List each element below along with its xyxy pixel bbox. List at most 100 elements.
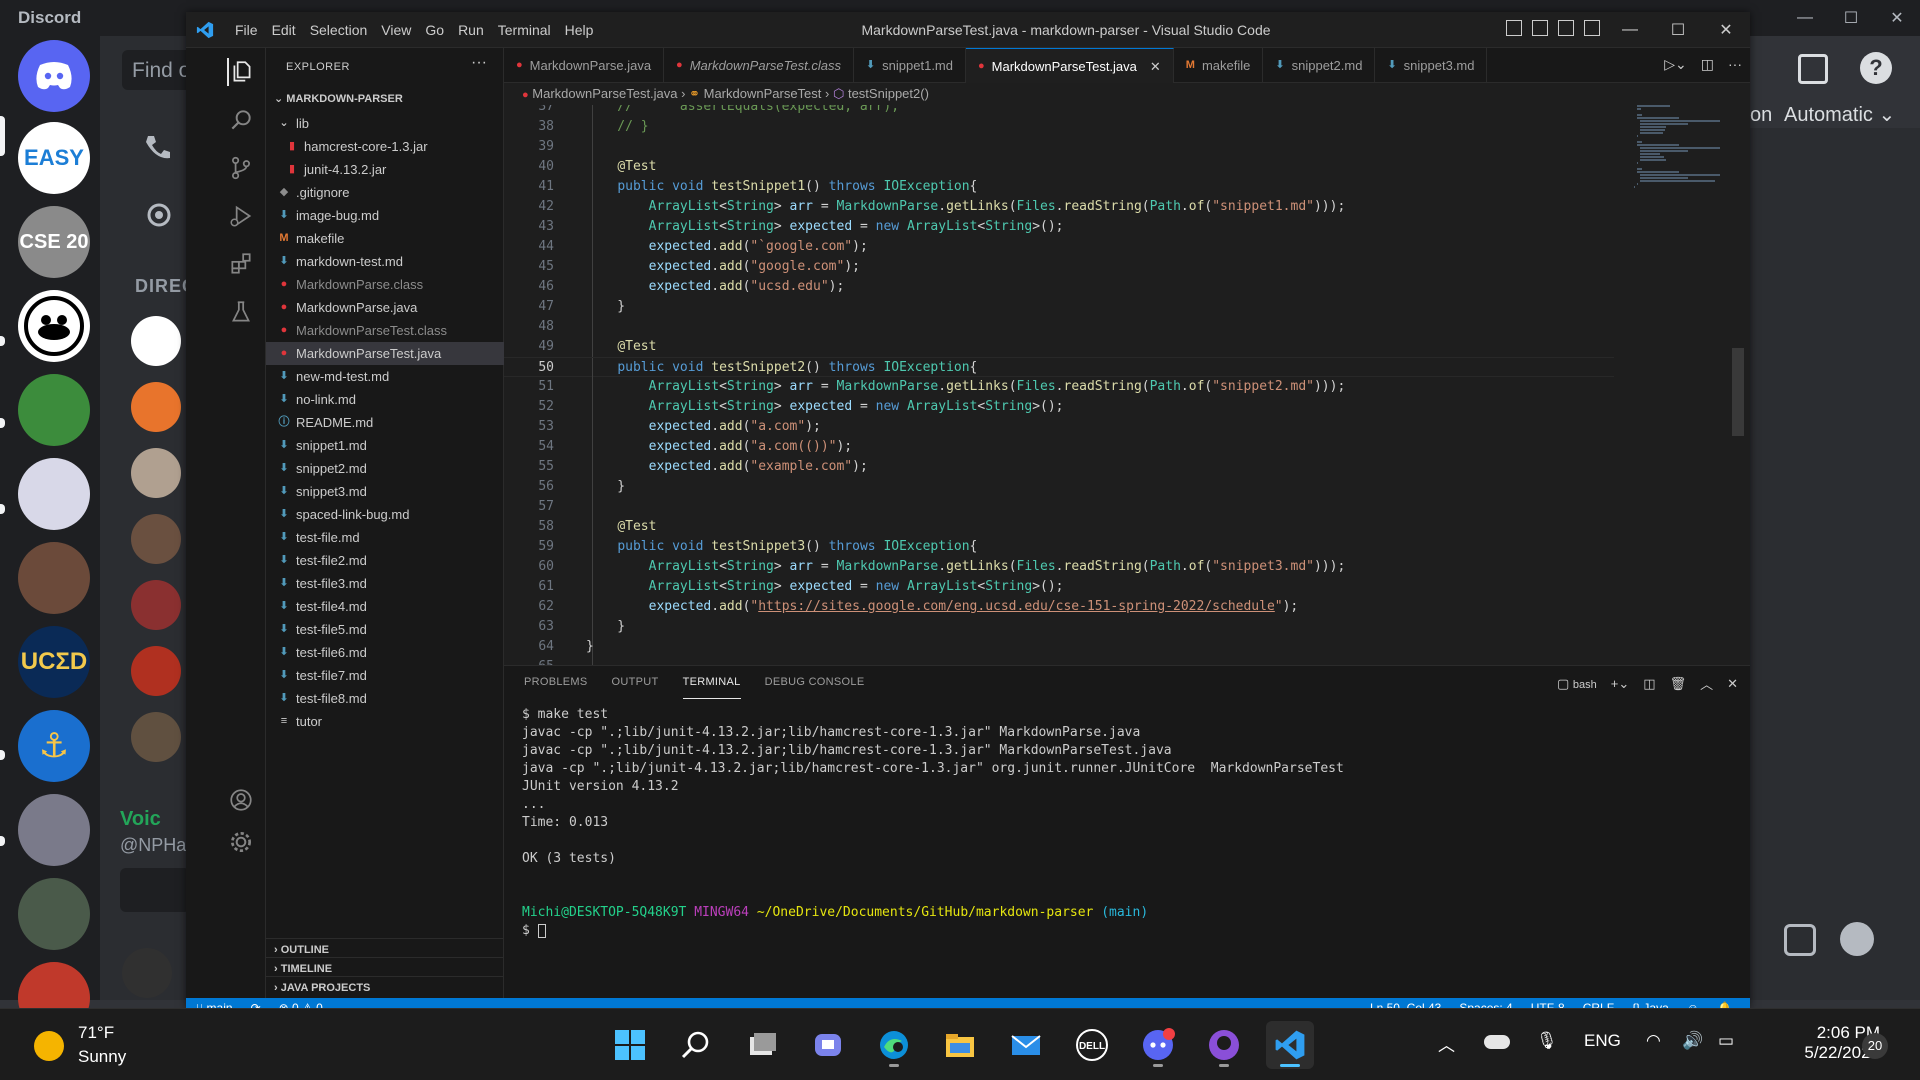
- explorer-icon[interactable]: [227, 58, 255, 86]
- onedrive-cloud-icon[interactable]: [1484, 1035, 1510, 1049]
- menu-terminal[interactable]: Terminal: [491, 12, 558, 48]
- terminal-input-line[interactable]: $: [522, 922, 1722, 940]
- discord-taskbar-icon[interactable]: [1134, 1021, 1182, 1069]
- teams-chat-icon[interactable]: [804, 1021, 852, 1069]
- editor-tab[interactable]: ● MarkdownParse.java: [504, 48, 665, 83]
- file-item[interactable]: ⬇ test-file2.md: [266, 549, 504, 572]
- account-icon[interactable]: [227, 786, 255, 814]
- guild-trident-icon[interactable]: ⚓: [18, 710, 90, 782]
- guild-easy-icon[interactable]: EASY: [18, 122, 90, 194]
- customize-layout-icon[interactable]: [1584, 20, 1600, 36]
- code-editor[interactable]: 37 // assertEquals(expected, arr); 38 // …: [504, 105, 1614, 665]
- file-item[interactable]: ⬇ test-file3.md: [266, 572, 504, 595]
- discord-minimize-button[interactable]: —: [1782, 0, 1828, 36]
- file-item[interactable]: ⬇ markdown-test.md: [266, 250, 504, 273]
- project-folder-header[interactable]: ⌄ MARKDOWN-PARSER: [274, 92, 403, 105]
- camera-button[interactable]: [120, 868, 190, 912]
- vscode-taskbar-icon[interactable]: [1266, 1021, 1314, 1069]
- search-icon[interactable]: [227, 106, 255, 134]
- panel-tab[interactable]: DEBUG CONSOLE: [765, 666, 865, 699]
- menu-file[interactable]: File: [228, 12, 265, 48]
- editor-scrollbar[interactable]: [1732, 348, 1744, 436]
- file-item[interactable]: ⬇ snippet3.md: [266, 480, 504, 503]
- help-icon[interactable]: ?: [1860, 52, 1892, 84]
- terminal-shell-selector[interactable]: ▢ bash: [1557, 676, 1597, 692]
- menu-view[interactable]: View: [374, 12, 418, 48]
- source-control-icon[interactable]: [227, 154, 255, 182]
- file-item[interactable]: ⬇ test-file4.md: [266, 595, 504, 618]
- guild-robot-icon[interactable]: [18, 794, 90, 866]
- guild-face-icon[interactable]: [18, 290, 90, 362]
- emoji-icon[interactable]: [1840, 922, 1874, 956]
- more-actions-icon[interactable]: ···: [1728, 56, 1742, 73]
- panel-tab[interactable]: OUTPUT: [612, 666, 659, 699]
- folder-item[interactable]: ⌄ lib: [266, 112, 504, 135]
- sticker-icon[interactable]: [1784, 924, 1816, 956]
- user-avatar[interactable]: [122, 948, 172, 998]
- breadcrumb-method[interactable]: testSnippet2(): [848, 86, 929, 101]
- edge-browser-icon[interactable]: [870, 1021, 918, 1069]
- wifi-icon[interactable]: ◠: [1646, 1031, 1661, 1051]
- file-item[interactable]: ⬇ new-md-test.md: [266, 365, 504, 388]
- automatic-dropdown[interactable]: Automatic ⌄: [1784, 102, 1895, 127]
- close-button[interactable]: ✕: [1702, 12, 1750, 48]
- editor-tab[interactable]: Mmakefile: [1174, 48, 1264, 83]
- file-item[interactable]: ⬇ spaced-link-bug.md: [266, 503, 504, 526]
- file-item[interactable]: ⬇ test-file.md: [266, 526, 504, 549]
- discord-close-button[interactable]: ✕: [1874, 0, 1920, 36]
- dm-avatar[interactable]: [131, 646, 181, 696]
- dm-avatar[interactable]: [131, 382, 181, 432]
- file-item[interactable]: ● MarkdownParseTest.java: [266, 342, 504, 365]
- minimap[interactable]: [1634, 105, 1734, 605]
- dm-avatar[interactable]: [131, 514, 181, 564]
- extensions-icon[interactable]: [227, 250, 255, 278]
- file-item[interactable]: ● MarkdownParse.class: [266, 273, 504, 296]
- discord-home-icon[interactable]: [18, 40, 90, 112]
- input-language[interactable]: ENG: [1584, 1031, 1621, 1051]
- panel-tab[interactable]: TERMINAL: [682, 666, 741, 699]
- file-explorer-icon[interactable]: [936, 1021, 984, 1069]
- guild-people-icon[interactable]: [18, 542, 90, 614]
- file-item[interactable]: ◆ .gitignore: [266, 181, 504, 204]
- menu-help[interactable]: Help: [558, 12, 601, 48]
- file-item[interactable]: ≡ tutor: [266, 710, 504, 733]
- testing-icon[interactable]: [227, 298, 255, 326]
- menu-selection[interactable]: Selection: [303, 12, 375, 48]
- dell-icon[interactable]: DELL: [1068, 1021, 1116, 1069]
- file-item[interactable]: ⬇ no-link.md: [266, 388, 504, 411]
- inbox-icon[interactable]: [1798, 54, 1828, 84]
- discord-maximize-button[interactable]: ☐: [1828, 0, 1874, 36]
- tray-overflow-chevron-icon[interactable]: ︿: [1438, 1031, 1455, 1056]
- dm-avatar[interactable]: [131, 712, 181, 762]
- java-projects-section[interactable]: › JAVA PROJECTS: [266, 976, 504, 999]
- breadcrumb-class[interactable]: MarkdownParseTest: [704, 86, 822, 101]
- more-actions-icon[interactable]: ···: [471, 54, 487, 72]
- dm-avatar[interactable]: [131, 316, 181, 366]
- dm-avatar[interactable]: [131, 448, 181, 498]
- editor-tab[interactable]: ● MarkdownParseTest.class: [664, 48, 854, 83]
- file-item[interactable]: ⓘ README.md: [266, 411, 504, 434]
- weather-condition[interactable]: Sunny: [78, 1047, 126, 1067]
- guild-cse20-icon[interactable]: CSE 20: [18, 206, 90, 278]
- guild-board-icon[interactable]: [18, 374, 90, 446]
- file-item[interactable]: ● MarkdownParseTest.class: [266, 319, 504, 342]
- panel-tab[interactable]: PROBLEMS: [524, 666, 588, 699]
- file-item[interactable]: ⬇ snippet2.md: [266, 457, 504, 480]
- file-item[interactable]: ⬇ test-file8.md: [266, 687, 504, 710]
- github-desktop-icon[interactable]: [1200, 1021, 1248, 1069]
- minimize-button[interactable]: —: [1606, 12, 1654, 48]
- split-terminal-icon[interactable]: ◫: [1643, 676, 1655, 692]
- settings-gear-icon[interactable]: [227, 828, 255, 856]
- maximize-panel-icon[interactable]: ︿: [1700, 674, 1713, 693]
- close-panel-icon[interactable]: ✕: [1727, 676, 1738, 692]
- phone-icon[interactable]: [142, 132, 172, 162]
- battery-icon[interactable]: ▭: [1718, 1031, 1734, 1051]
- microphone-icon[interactable]: 🎙: [1536, 1031, 1558, 1051]
- guild-character-icon[interactable]: [18, 458, 90, 530]
- mail-icon[interactable]: [1002, 1021, 1050, 1069]
- toggle-sidebar-icon[interactable]: [1506, 20, 1522, 36]
- file-item[interactable]: ● MarkdownParse.java: [266, 296, 504, 319]
- run-icon[interactable]: ▷⌄: [1664, 56, 1687, 73]
- trash-icon[interactable]: 🗑: [1670, 676, 1687, 692]
- file-item[interactable]: ▮ junit-4.13.2.jar: [266, 158, 504, 181]
